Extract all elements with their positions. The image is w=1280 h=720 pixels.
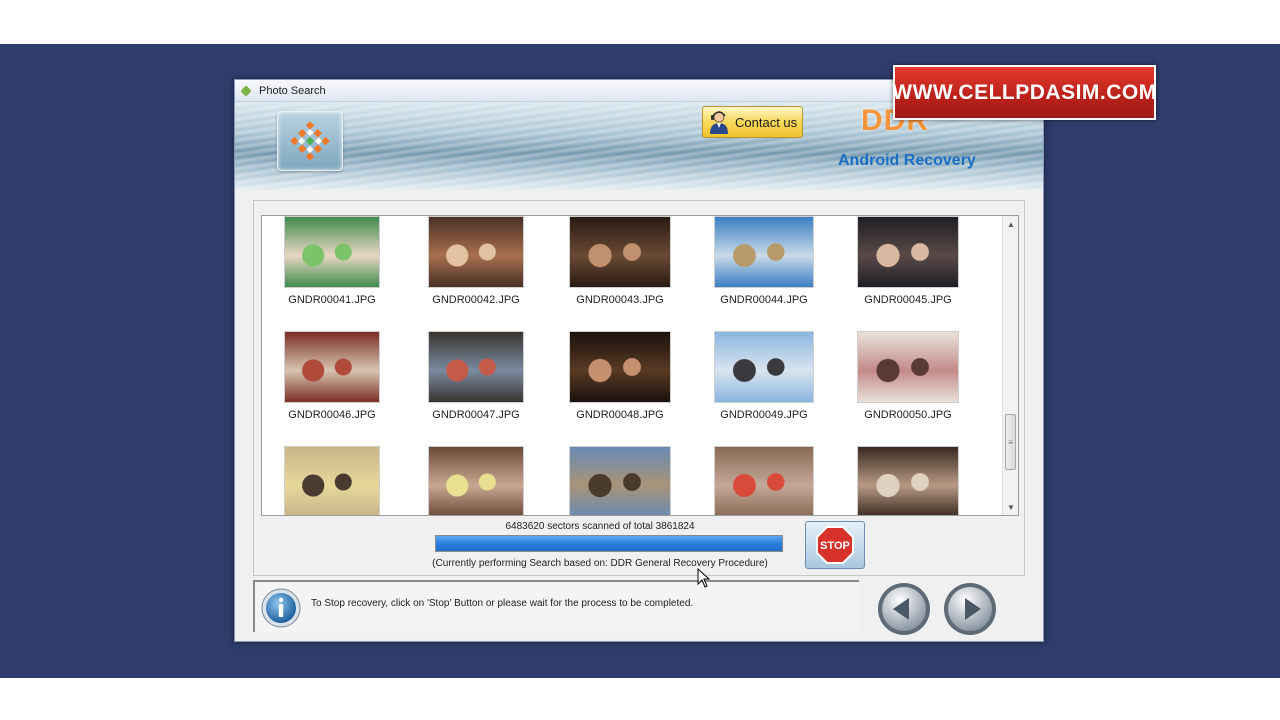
photo-image (284, 446, 380, 515)
photo-image (284, 216, 380, 288)
sectors-scanned-count: 6483620 (505, 521, 545, 532)
back-button[interactable] (877, 582, 931, 636)
info-icon (261, 588, 301, 628)
next-button[interactable] (943, 582, 997, 636)
stop-button-label: STOP (820, 540, 850, 552)
photo-image (857, 446, 959, 515)
scroll-up-arrow-icon[interactable]: ▲ (1003, 216, 1018, 232)
photo-image (569, 216, 671, 288)
stop-button[interactable]: STOP (805, 521, 865, 569)
scroll-down-arrow-icon[interactable]: ▼ (1003, 499, 1018, 515)
photo-thumbnail[interactable] (404, 446, 548, 515)
photo-image (284, 331, 380, 403)
photo-thumbnail[interactable] (548, 446, 692, 515)
photo-image (857, 216, 959, 288)
contact-us-button[interactable]: Contact us (702, 106, 803, 138)
watermark-text: WWW.CELLPDASIM.COM (892, 80, 1157, 104)
photo-filename: GNDR00042.JPG (432, 294, 520, 306)
photo-thumbnail[interactable]: GNDR00041.JPG (262, 216, 404, 306)
photo-image (569, 446, 671, 515)
sectors-scanned-text: 6483620 sectors scanned of total 3861824 (254, 521, 1026, 532)
arrow-right-icon (944, 583, 996, 635)
photo-thumbnail[interactable]: GNDR00050.JPG (836, 331, 980, 421)
arrow-left-icon (878, 583, 930, 635)
photo-image (428, 331, 524, 403)
photo-image (714, 216, 814, 288)
search-results-panel: GNDR00041.JPG GNDR00042.JPG GNDR00043.JPG G… (253, 200, 1025, 576)
scan-progress-bar (435, 535, 783, 552)
scan-progress-fill (436, 536, 782, 551)
sectors-scanned-label: sectors scanned of total (547, 521, 653, 532)
photo-filename: GNDR00043.JPG (576, 294, 664, 306)
sectors-total-count: 3861824 (655, 521, 695, 532)
info-bar: To Stop recovery, click on 'Stop' Button… (253, 580, 859, 632)
photo-image (714, 331, 814, 403)
photo-image (569, 331, 671, 403)
contact-us-label: Contact us (735, 114, 798, 130)
vertical-scrollbar[interactable]: ▲ ≡ ▼ (1002, 216, 1018, 515)
photo-thumbnail[interactable] (836, 446, 980, 515)
photo-image (857, 331, 959, 403)
app-icon (239, 84, 253, 98)
photo-filename: GNDR00048.JPG (576, 409, 664, 421)
photo-thumbnail[interactable] (262, 446, 404, 515)
search-status-text: (Currently performing Search based on: D… (432, 558, 768, 569)
photo-thumbnail[interactable]: GNDR00044.JPG (692, 216, 836, 306)
photo-filename: GNDR00041.JPG (288, 294, 376, 306)
ddr-logo-icon (277, 111, 343, 171)
photo-filename: GNDR00047.JPG (432, 409, 520, 421)
support-person-icon (710, 111, 728, 134)
photo-image (428, 216, 524, 288)
photo-thumbnail[interactable]: GNDR00049.JPG (692, 331, 836, 421)
photo-thumbnail[interactable]: GNDR00043.JPG (548, 216, 692, 306)
photo-grid[interactable]: GNDR00041.JPG GNDR00042.JPG GNDR00043.JPG G… (261, 215, 1019, 516)
info-message: To Stop recovery, click on 'Stop' Button… (311, 598, 694, 609)
photo-filename: GNDR00044.JPG (720, 294, 808, 306)
photo-thumbnail[interactable]: GNDR00045.JPG (836, 216, 980, 306)
scroll-thumb[interactable]: ≡ (1005, 414, 1016, 470)
website-watermark: WWW.CELLPDASIM.COM (892, 65, 1157, 120)
stop-sign-icon: STOP (816, 526, 854, 564)
photo-image (428, 446, 524, 515)
photo-thumbnail[interactable] (692, 446, 836, 515)
photo-filename: GNDR00045.JPG (864, 294, 952, 306)
photo-thumbnail[interactable]: GNDR00042.JPG (404, 216, 548, 306)
photo-image (714, 446, 814, 515)
brand-subtitle: Android Recovery (838, 152, 976, 169)
photo-thumbnail[interactable]: GNDR00047.JPG (404, 331, 548, 421)
photo-search-window: Photo Search Contact us DDR Android Reco… (234, 79, 1044, 642)
photo-filename: GNDR00050.JPG (864, 409, 952, 421)
photo-thumbnail[interactable]: GNDR00048.JPG (548, 331, 692, 421)
photo-filename: GNDR00046.JPG (288, 409, 376, 421)
mouse-cursor-icon (697, 568, 711, 588)
photo-filename: GNDR00049.JPG (720, 409, 808, 421)
window-title: Photo Search (259, 84, 326, 97)
photo-thumbnail[interactable]: GNDR00046.JPG (262, 331, 404, 421)
